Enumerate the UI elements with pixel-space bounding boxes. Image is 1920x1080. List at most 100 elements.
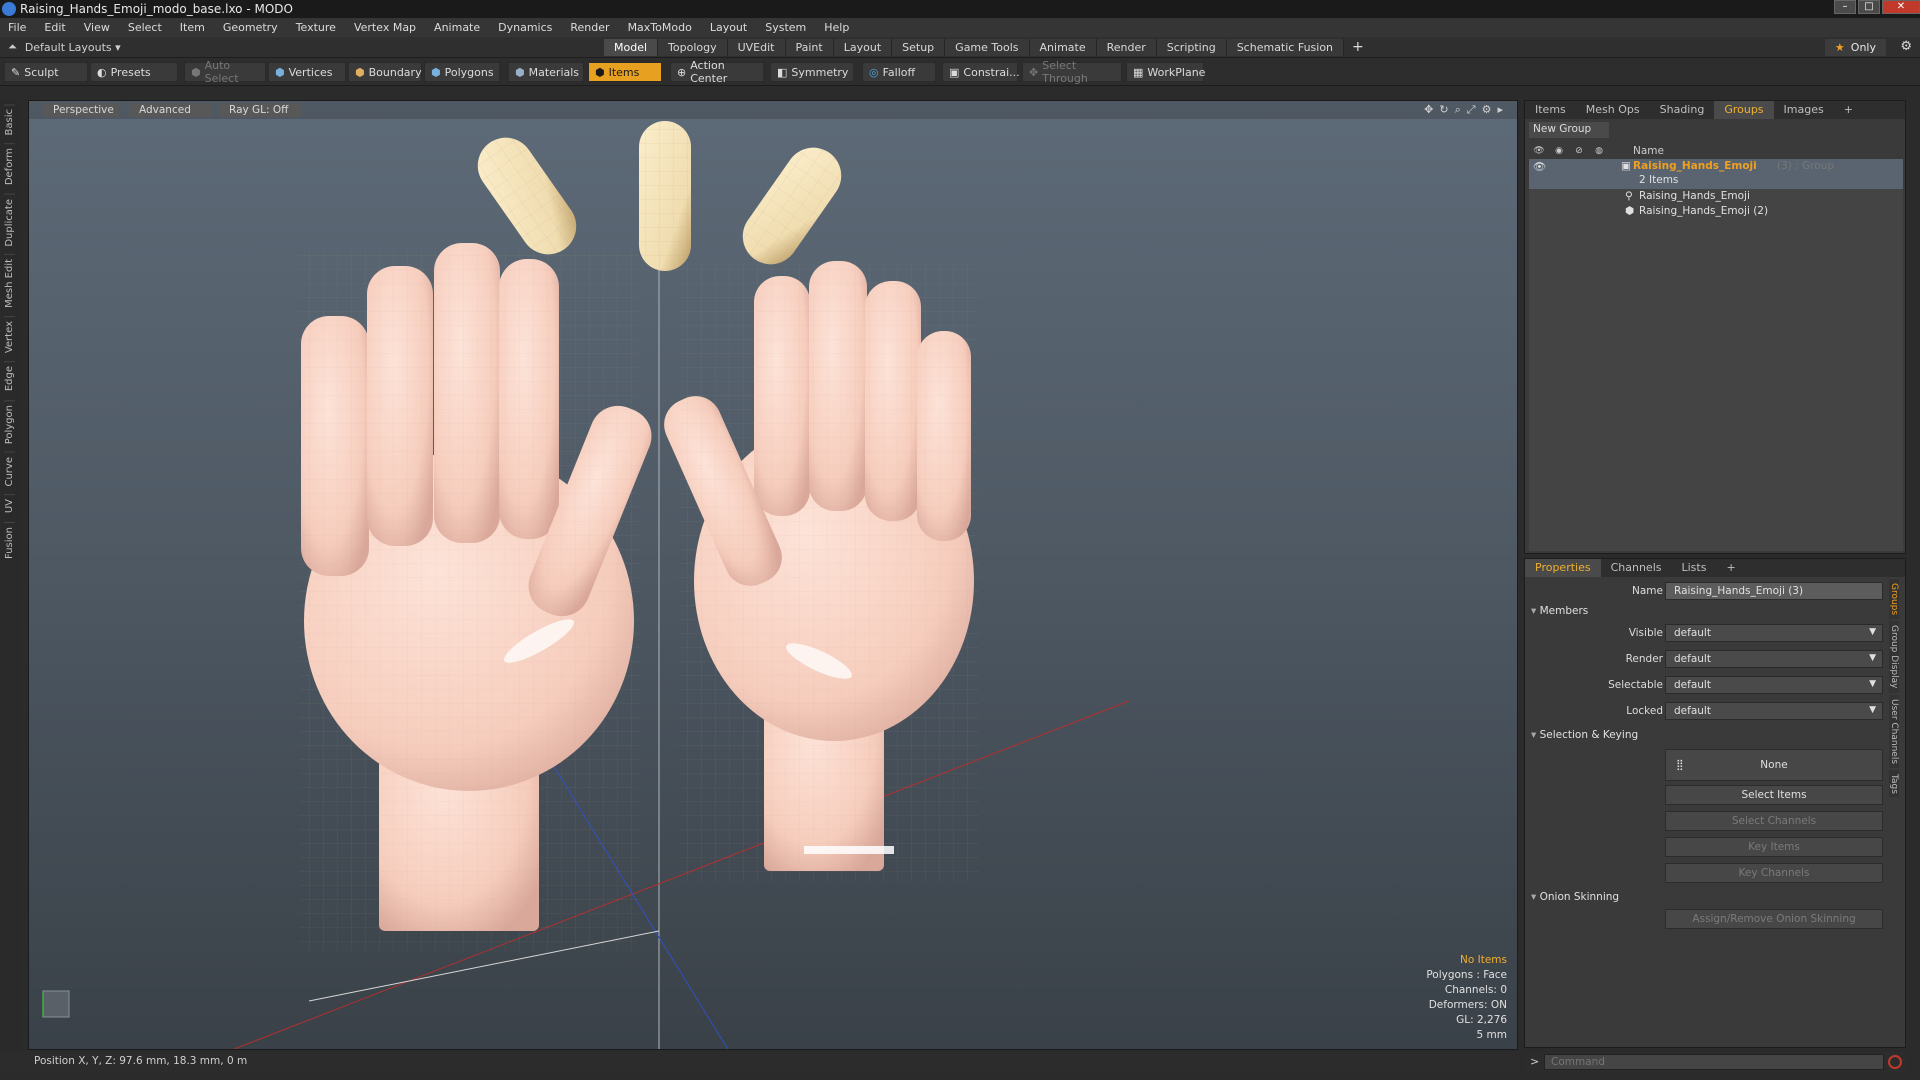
menu-render[interactable]: Render [570,21,609,34]
auto-select-button[interactable]: ⬢ Auto Select [184,59,266,85]
select-items-button[interactable]: Select Items [1665,785,1883,805]
left-tab-polygon[interactable]: Polygon [4,399,15,448]
menu-help[interactable]: Help [824,21,849,34]
symmetry-button[interactable]: ◧ Symmetry [770,62,854,82]
tab-render[interactable]: Render [1096,39,1157,56]
visible-dropdown[interactable]: default ▼ [1665,624,1883,642]
sculpt-button[interactable]: ✎ Sculpt [4,62,88,82]
zoom-icon[interactable]: ⌕ [1455,103,1461,117]
side-tab-groups[interactable]: Groups [1889,579,1899,620]
side-tab-group-display[interactable]: Group Display [1889,621,1899,693]
constraints-button[interactable]: ▣ Constrai... [942,62,1020,82]
maximize-button[interactable]: □ [1858,0,1880,14]
tab-setup[interactable]: Setup [892,39,946,56]
add-properties-tab-icon[interactable]: + [1716,559,1745,577]
side-tab-user-channels[interactable]: User Channels [1889,694,1899,768]
fit-icon[interactable]: ⤢ [1467,103,1476,117]
render-col-icon[interactable]: ◉ [1549,146,1569,156]
menu-geometry[interactable]: Geometry [223,21,278,34]
left-tab-curve[interactable]: Curve [4,451,15,491]
gear-icon[interactable]: ⚙ [1900,39,1912,54]
expand-arrow-icon[interactable]: ▸ [1497,103,1503,117]
tab-mesh-ops[interactable]: Mesh Ops [1576,101,1650,119]
tab-lists[interactable]: Lists [1672,559,1717,577]
workplane-button[interactable]: ▦ WorkPlane [1126,62,1205,82]
group-child-row[interactable]: ⚲ Raising_Hands_Emoji [1529,189,1903,204]
menu-animate[interactable]: Animate [434,21,480,34]
tab-images[interactable]: Images [1774,101,1834,119]
select-col-icon[interactable]: ◍ [1589,146,1609,156]
menu-layout[interactable]: Layout [710,21,747,34]
rotate-icon[interactable]: ↻ [1439,103,1448,117]
menu-select[interactable]: Select [128,21,162,34]
none-button[interactable]: ⣿ None [1665,749,1883,781]
pan-icon[interactable]: ✥ [1424,103,1433,117]
left-tab-basic[interactable]: Basic [4,104,15,140]
menu-view[interactable]: View [84,21,110,34]
vertices-button[interactable]: ⬢ Vertices [268,62,346,82]
group-row[interactable]: 👁 ▣ Raising_Hands_Emoji (3) : Group 2 It… [1529,159,1903,189]
tab-scripting[interactable]: Scripting [1156,39,1227,56]
render-dropdown[interactable]: default ▼ [1665,650,1883,668]
select-through-button[interactable]: ✥ Select Through [1022,59,1122,85]
left-tab-vertex[interactable]: Vertex [4,316,15,358]
group-visibility-icon[interactable]: 👁 [1533,160,1546,173]
add-tab-icon[interactable]: + [1344,39,1372,56]
left-tab-uv[interactable]: UV [4,494,15,518]
tab-layout[interactable]: Layout [833,39,893,56]
presets-button[interactable]: ◐ Presets [90,62,178,82]
tab-animate[interactable]: Animate [1029,39,1097,56]
materials-button[interactable]: ⬢ Materials [508,62,584,82]
select-channels-button[interactable]: Select Channels [1665,811,1883,831]
left-tab-edge[interactable]: Edge [4,361,15,396]
tab-model[interactable]: Model [604,39,659,56]
name-field[interactable]: Raising_Hands_Emoji (3) [1665,582,1883,600]
tab-items[interactable]: Items [1525,101,1576,119]
tab-channels[interactable]: Channels [1601,559,1672,577]
menu-system[interactable]: System [765,21,806,34]
command-input[interactable] [1544,1054,1884,1070]
tab-game-tools[interactable]: Game Tools [945,39,1030,56]
menu-dynamics[interactable]: Dynamics [498,21,552,34]
layout-selector[interactable]: ⏶ Default Layouts ▾ [8,40,121,54]
tab-schematic-fusion[interactable]: Schematic Fusion [1226,39,1345,56]
locked-dropdown[interactable]: default ▼ [1665,702,1883,720]
only-toggle[interactable]: ★ Only [1824,39,1886,56]
tab-groups[interactable]: Groups [1714,101,1774,119]
falloff-button[interactable]: ◎ Falloff [862,62,936,82]
key-channels-button[interactable]: Key Channels [1665,863,1883,883]
record-icon[interactable] [1888,1055,1902,1069]
tab-shading[interactable]: Shading [1650,101,1715,119]
tab-properties[interactable]: Properties [1525,559,1601,577]
3d-viewport[interactable]: Perspective Advanced Ray GL: Off ✥ ↻ ⌕ ⤢… [28,100,1518,1050]
lock-col-icon[interactable]: ⊘ [1569,146,1589,156]
menu-file[interactable]: File [8,21,26,34]
polygons-button[interactable]: ⬢ Polygons [424,62,500,82]
side-tab-tags[interactable]: Tags [1889,769,1899,798]
boundary-button[interactable]: ⬢ Boundary [348,62,422,82]
left-tab-duplicate[interactable]: Duplicate [4,193,15,251]
menu-edit[interactable]: Edit [44,21,65,34]
raygl-button[interactable]: Ray GL: Off [219,103,301,117]
add-panel-tab-icon[interactable]: + [1834,101,1863,119]
viewport-settings-icon[interactable]: ⚙ [1482,103,1492,117]
selection-keying-section-header[interactable]: Selection & Keying [1531,729,1639,741]
tab-uvedit[interactable]: UVEdit [727,39,786,56]
tab-topology[interactable]: Topology [658,39,728,56]
minimize-button[interactable]: – [1834,0,1856,14]
visibility-col-icon[interactable]: 👁 [1529,146,1549,156]
left-tab-mesh-edit[interactable]: Mesh Edit [4,254,15,313]
close-button[interactable]: ✕ [1882,0,1920,14]
action-center-button[interactable]: ⊕ Action Center [670,59,764,85]
menu-vertex-map[interactable]: Vertex Map [354,21,416,34]
menu-maxtomodo[interactable]: MaxToModo [628,21,692,34]
new-group-button[interactable]: New Group [1529,122,1609,138]
onion-skinning-button[interactable]: Assign/Remove Onion Skinning [1665,909,1883,929]
onion-skinning-section-header[interactable]: Onion Skinning [1531,891,1619,903]
selectable-dropdown[interactable]: default ▼ [1665,676,1883,694]
items-button[interactable]: ⬢ Items [588,62,662,82]
tab-paint[interactable]: Paint [785,39,834,56]
key-items-button[interactable]: Key Items [1665,837,1883,857]
advanced-button[interactable]: Advanced [129,103,211,117]
left-tab-deform[interactable]: Deform [4,143,15,190]
